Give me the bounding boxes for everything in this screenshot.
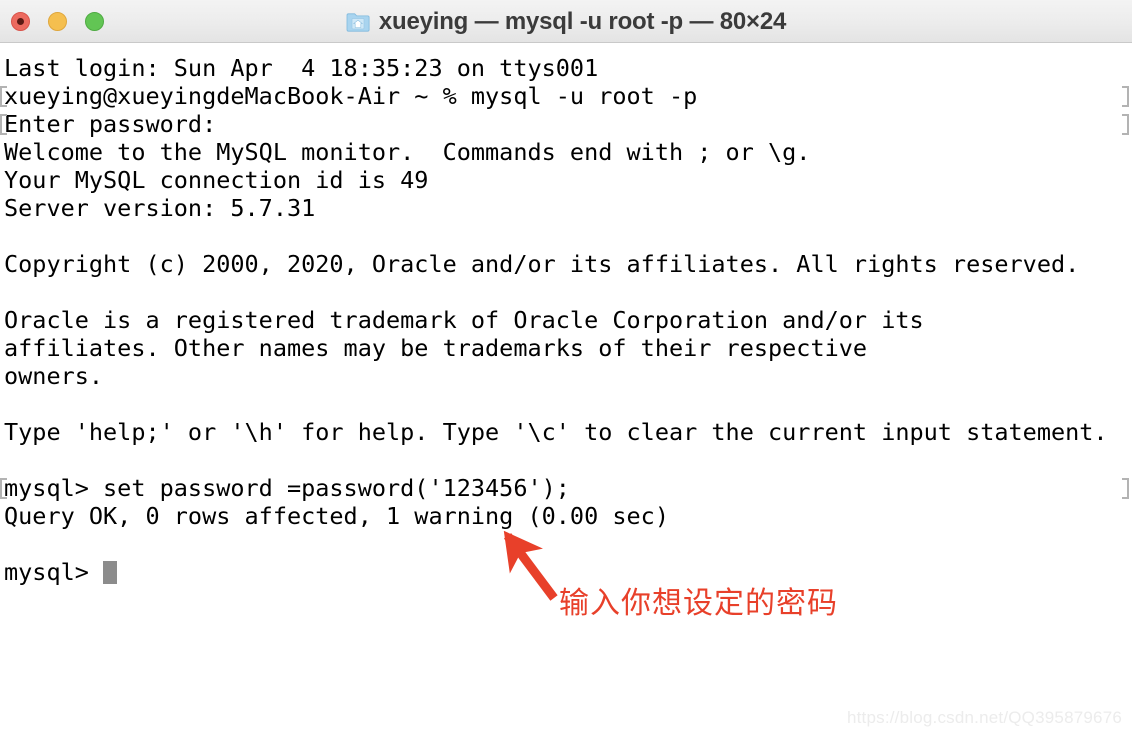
terminal-line: Copyright (c) 2000, 2020, Oracle and/or …: [4, 250, 1132, 278]
terminal-line: owners.: [4, 362, 1132, 390]
terminal-line-text: Copyright (c) 2000, 2020, Oracle and/or …: [4, 250, 1080, 278]
prompt-mark-left-icon: [0, 114, 7, 135]
terminal-line: Oracle is a registered trademark of Orac…: [4, 306, 1132, 334]
window-controls: [11, 12, 104, 31]
prompt-mark-left-icon: [0, 86, 7, 107]
prompt-mark-right-icon: [1122, 114, 1129, 135]
terminal-line-text: affiliates. Other names may be trademark…: [4, 334, 868, 362]
terminal-line-text: owners.: [4, 362, 104, 390]
terminal-line: Enter password:: [0, 110, 1132, 138]
text-cursor: [103, 561, 118, 584]
prompt-mark-left-icon: [0, 478, 7, 499]
terminal-line-text: Type 'help;' or '\h' for help. Type '\c'…: [4, 418, 1108, 446]
terminal-line: Welcome to the MySQL monitor. Commands e…: [4, 138, 1132, 166]
terminal-content-area[interactable]: Last login: Sun Apr 4 18:35:23 on ttys00…: [0, 44, 1132, 736]
terminal-line-text: xueying@xueyingdeMacBook-Air ~ % mysql -…: [4, 82, 698, 110]
terminal-line-text: Oracle is a registered trademark of Orac…: [4, 306, 924, 334]
window-titlebar[interactable]: xueying — mysql -u root -p — 80×24: [0, 0, 1132, 43]
terminal-line-list: Last login: Sun Apr 4 18:35:23 on ttys00…: [0, 54, 1132, 586]
terminal-line: Query OK, 0 rows affected, 1 warning (0.…: [4, 502, 1132, 530]
maximize-button[interactable]: [85, 12, 104, 31]
prompt-mark-right-icon: [1122, 86, 1129, 107]
window-title-group: xueying — mysql -u root -p — 80×24: [0, 0, 1132, 43]
terminal-line: Server version: 5.7.31: [4, 194, 1132, 222]
terminal-line-text: Your MySQL connection id is 49: [4, 166, 429, 194]
window-title-text: xueying — mysql -u root -p — 80×24: [378, 7, 787, 35]
terminal-line: affiliates. Other names may be trademark…: [4, 334, 1132, 362]
terminal-line: Your MySQL connection id is 49: [4, 166, 1132, 194]
terminal-line-text: Enter password:: [4, 110, 217, 138]
terminal-window: xueying — mysql -u root -p — 80×24 Last …: [0, 0, 1132, 736]
close-button[interactable]: [11, 12, 30, 31]
minimize-button[interactable]: [48, 12, 67, 31]
home-folder-icon: [346, 12, 370, 32]
terminal-line: xueying@xueyingdeMacBook-Air ~ % mysql -…: [0, 82, 1132, 110]
terminal-line: mysql> set password =password('123456');: [0, 474, 1132, 502]
terminal-line-text: mysql>: [4, 558, 104, 586]
annotation-label: 输入你想设定的密码: [559, 586, 838, 621]
terminal-line-text: Last login: Sun Apr 4 18:35:23 on ttys00…: [4, 54, 599, 82]
terminal-line: Type 'help;' or '\h' for help. Type '\c'…: [4, 418, 1132, 446]
terminal-line-text: Server version: 5.7.31: [4, 194, 316, 222]
terminal-line-text: mysql> set password =password('123456');: [4, 474, 570, 502]
terminal-line: Last login: Sun Apr 4 18:35:23 on ttys00…: [4, 54, 1132, 82]
terminal-line-text: Query OK, 0 rows affected, 1 warning (0.…: [4, 502, 669, 530]
terminal-line-text: Welcome to the MySQL monitor. Commands e…: [4, 138, 811, 166]
prompt-mark-right-icon: [1122, 478, 1129, 499]
csdn-watermark: https://blog.csdn.net/QQ395879676: [846, 708, 1122, 727]
